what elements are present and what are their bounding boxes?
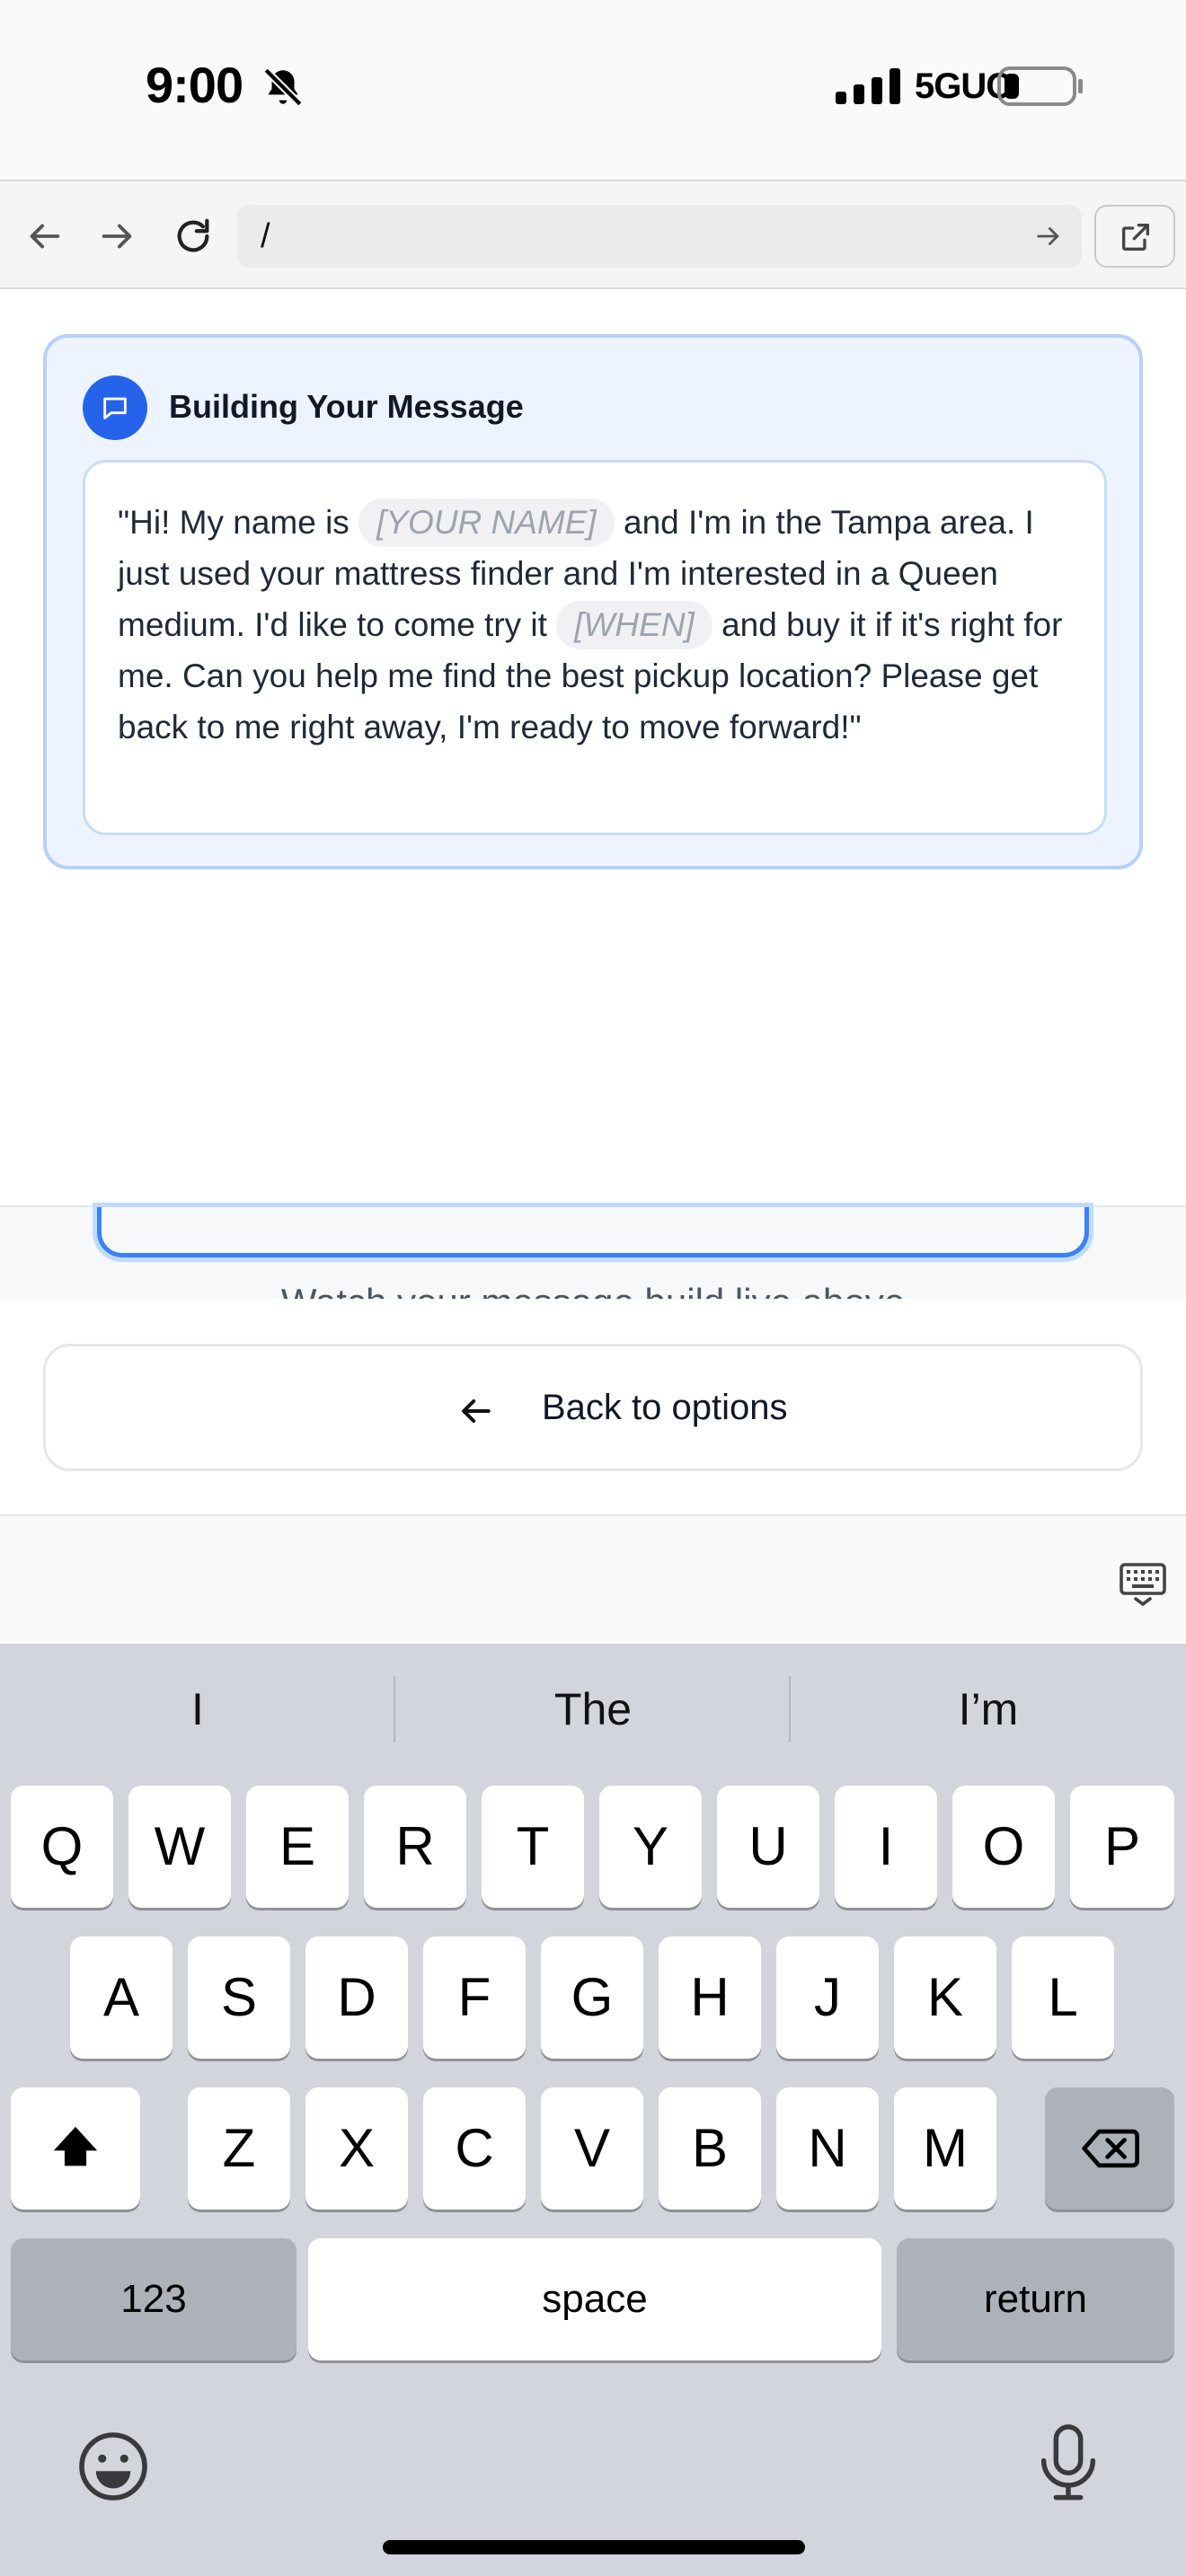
bell-muted-icon: [263, 67, 303, 107]
suggestion-2[interactable]: The: [395, 1683, 791, 1735]
message-input-field[interactable]: [97, 1207, 1089, 1257]
key-o[interactable]: O: [952, 1786, 1055, 1908]
reload-icon[interactable]: [173, 216, 214, 257]
shift-arrow-icon: [53, 2126, 98, 2166]
key-i[interactable]: I: [835, 1786, 937, 1908]
go-arrow-icon[interactable]: [1033, 221, 1064, 251]
shift-key[interactable]: [11, 2087, 140, 2210]
back-to-options-button[interactable]: Back to options: [43, 1344, 1143, 1471]
numbers-key[interactable]: 123: [11, 2238, 296, 2360]
delete-key[interactable]: [1045, 2087, 1174, 2210]
key-d[interactable]: D: [305, 1936, 408, 2059]
open-external-button[interactable]: [1094, 205, 1175, 268]
key-v[interactable]: V: [541, 2087, 643, 2210]
key-w[interactable]: W: [128, 1786, 231, 1908]
key-l[interactable]: L: [1012, 1936, 1114, 2059]
backspace-icon: [1082, 2129, 1139, 2168]
message-preview-card: Building Your Message "Hi! My name is [Y…: [43, 334, 1143, 869]
on-screen-keyboard: I The I’m Q W E R T Y U I O P A S D F G …: [0, 1644, 1186, 2576]
key-z[interactable]: Z: [188, 2087, 290, 2210]
message-card-title: Building Your Message: [169, 388, 524, 425]
key-a[interactable]: A: [70, 1936, 173, 2059]
back-arrow-icon[interactable]: [23, 216, 65, 257]
name-placeholder: [YOUR NAME]: [358, 498, 615, 547]
signal-icon: [836, 68, 900, 104]
key-h[interactable]: H: [659, 1936, 761, 2059]
footer-bar: Back to options: [0, 1299, 1186, 1514]
key-e[interactable]: E: [246, 1786, 349, 1908]
keyboard-accessory-bar: [0, 1514, 1186, 1644]
emoji-icon[interactable]: [75, 2429, 151, 2504]
key-q[interactable]: Q: [11, 1786, 113, 1908]
status-time: 9:00: [146, 57, 243, 113]
arrow-left-icon: [462, 1398, 491, 1424]
back-button-label: Back to options: [542, 1388, 788, 1427]
key-k[interactable]: K: [894, 1936, 996, 2059]
suggestion-1[interactable]: I: [0, 1683, 395, 1735]
message-text-part: "Hi! My name is: [118, 504, 359, 541]
key-c[interactable]: C: [423, 2087, 526, 2210]
external-link-icon: [1122, 224, 1149, 251]
key-r[interactable]: R: [364, 1786, 466, 1908]
url-text: /: [261, 217, 270, 255]
microphone-icon[interactable]: [1031, 2423, 1105, 2504]
keyboard-dismiss-icon[interactable]: [1118, 1559, 1168, 1610]
message-preview-text: "Hi! My name is [YOUR NAME] and I'm in t…: [83, 460, 1107, 835]
key-f[interactable]: F: [423, 1936, 526, 2059]
key-u[interactable]: U: [717, 1786, 819, 1908]
suggestion-3[interactable]: I’m: [791, 1683, 1186, 1735]
browser-toolbar: /: [0, 180, 1186, 289]
home-indicator[interactable]: [383, 2540, 805, 2554]
space-key[interactable]: space: [308, 2238, 881, 2360]
key-t[interactable]: T: [482, 1786, 584, 1908]
status-bar: 9:00 5GUC: [0, 0, 1186, 180]
key-j[interactable]: J: [776, 1936, 879, 2059]
key-x[interactable]: X: [305, 2087, 408, 2210]
key-m[interactable]: M: [894, 2087, 996, 2210]
key-s[interactable]: S: [188, 1936, 290, 2059]
key-p[interactable]: P: [1070, 1786, 1174, 1908]
battery-icon: [997, 66, 1083, 106]
return-key[interactable]: return: [897, 2238, 1174, 2360]
key-b[interactable]: B: [659, 2087, 761, 2210]
chat-bubble-icon: [83, 375, 147, 440]
key-y[interactable]: Y: [599, 1786, 702, 1908]
forward-arrow-icon[interactable]: [97, 216, 138, 257]
key-n[interactable]: N: [776, 2087, 879, 2210]
when-placeholder: [WHEN]: [556, 601, 712, 649]
key-g[interactable]: G: [541, 1936, 643, 2059]
address-bar[interactable]: /: [237, 205, 1082, 268]
